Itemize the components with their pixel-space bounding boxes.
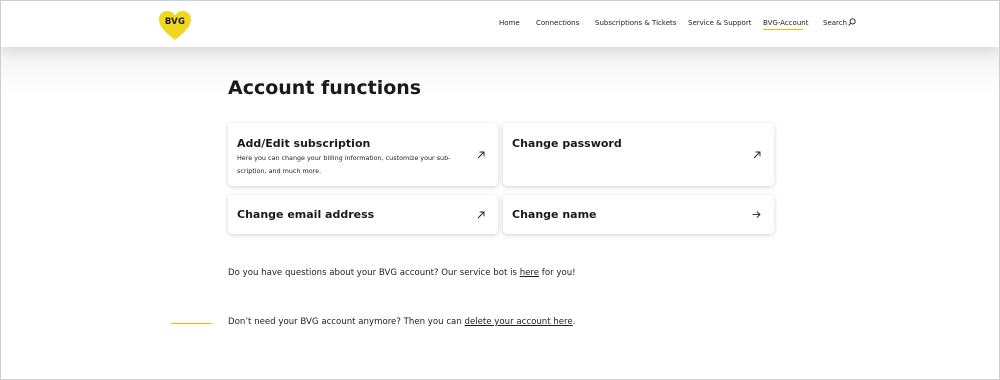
logo-text: BVG xyxy=(164,17,186,27)
nav-subscriptions-tickets[interactable]: Subscriptions & Tickets xyxy=(595,19,676,27)
active-nav-indicator xyxy=(763,29,803,30)
card-title: Add/Edit subscription xyxy=(237,137,371,150)
service-bot-suffix: for you! xyxy=(539,268,576,278)
delete-account-prefix: Don’t need your BVG account anymore? The… xyxy=(228,317,465,327)
content-area xyxy=(1,47,999,379)
nav-search[interactable]: Search xyxy=(823,19,847,27)
nav-bvg-account[interactable]: BVG-Account xyxy=(763,19,808,27)
card-title: Change password xyxy=(512,137,622,150)
external-arrow-icon xyxy=(753,151,761,159)
card-change-email[interactable]: Change email address xyxy=(228,195,498,234)
card-add-edit-subscription[interactable]: Add/Edit subscription Here you can chang… xyxy=(228,123,498,186)
service-bot-text: Do you have questions about your BVG acc… xyxy=(228,268,576,278)
bvg-logo[interactable]: BVG xyxy=(158,10,192,41)
right-arrow-icon xyxy=(752,211,761,218)
external-arrow-icon xyxy=(477,211,485,219)
card-title: Change name xyxy=(512,208,597,221)
site-header: BVG Home Connections Subscriptions & Tic… xyxy=(1,1,999,47)
search-icon[interactable] xyxy=(848,18,856,26)
accent-line xyxy=(171,323,212,324)
delete-account-suffix: . xyxy=(572,317,576,327)
page-title: Account functions xyxy=(228,77,422,99)
nav-service-support[interactable]: Service & Support xyxy=(688,19,751,27)
card-description: Here you can change your billing informa… xyxy=(237,154,451,175)
card-title: Change email address xyxy=(237,208,375,221)
nav-connections[interactable]: Connections xyxy=(536,19,579,27)
service-bot-prefix: Do you have questions about your BVG acc… xyxy=(228,268,520,278)
card-change-name[interactable]: Change name xyxy=(503,195,774,234)
nav-home[interactable]: Home xyxy=(499,19,520,27)
external-arrow-icon xyxy=(477,151,485,159)
page: BVG Home Connections Subscriptions & Tic… xyxy=(0,0,1000,380)
delete-account-text: Don’t need your BVG account anymore? The… xyxy=(228,317,575,327)
card-change-password[interactable]: Change password xyxy=(503,123,774,186)
service-bot-link[interactable]: here xyxy=(520,268,539,278)
delete-account-link[interactable]: delete your account here xyxy=(465,317,573,327)
